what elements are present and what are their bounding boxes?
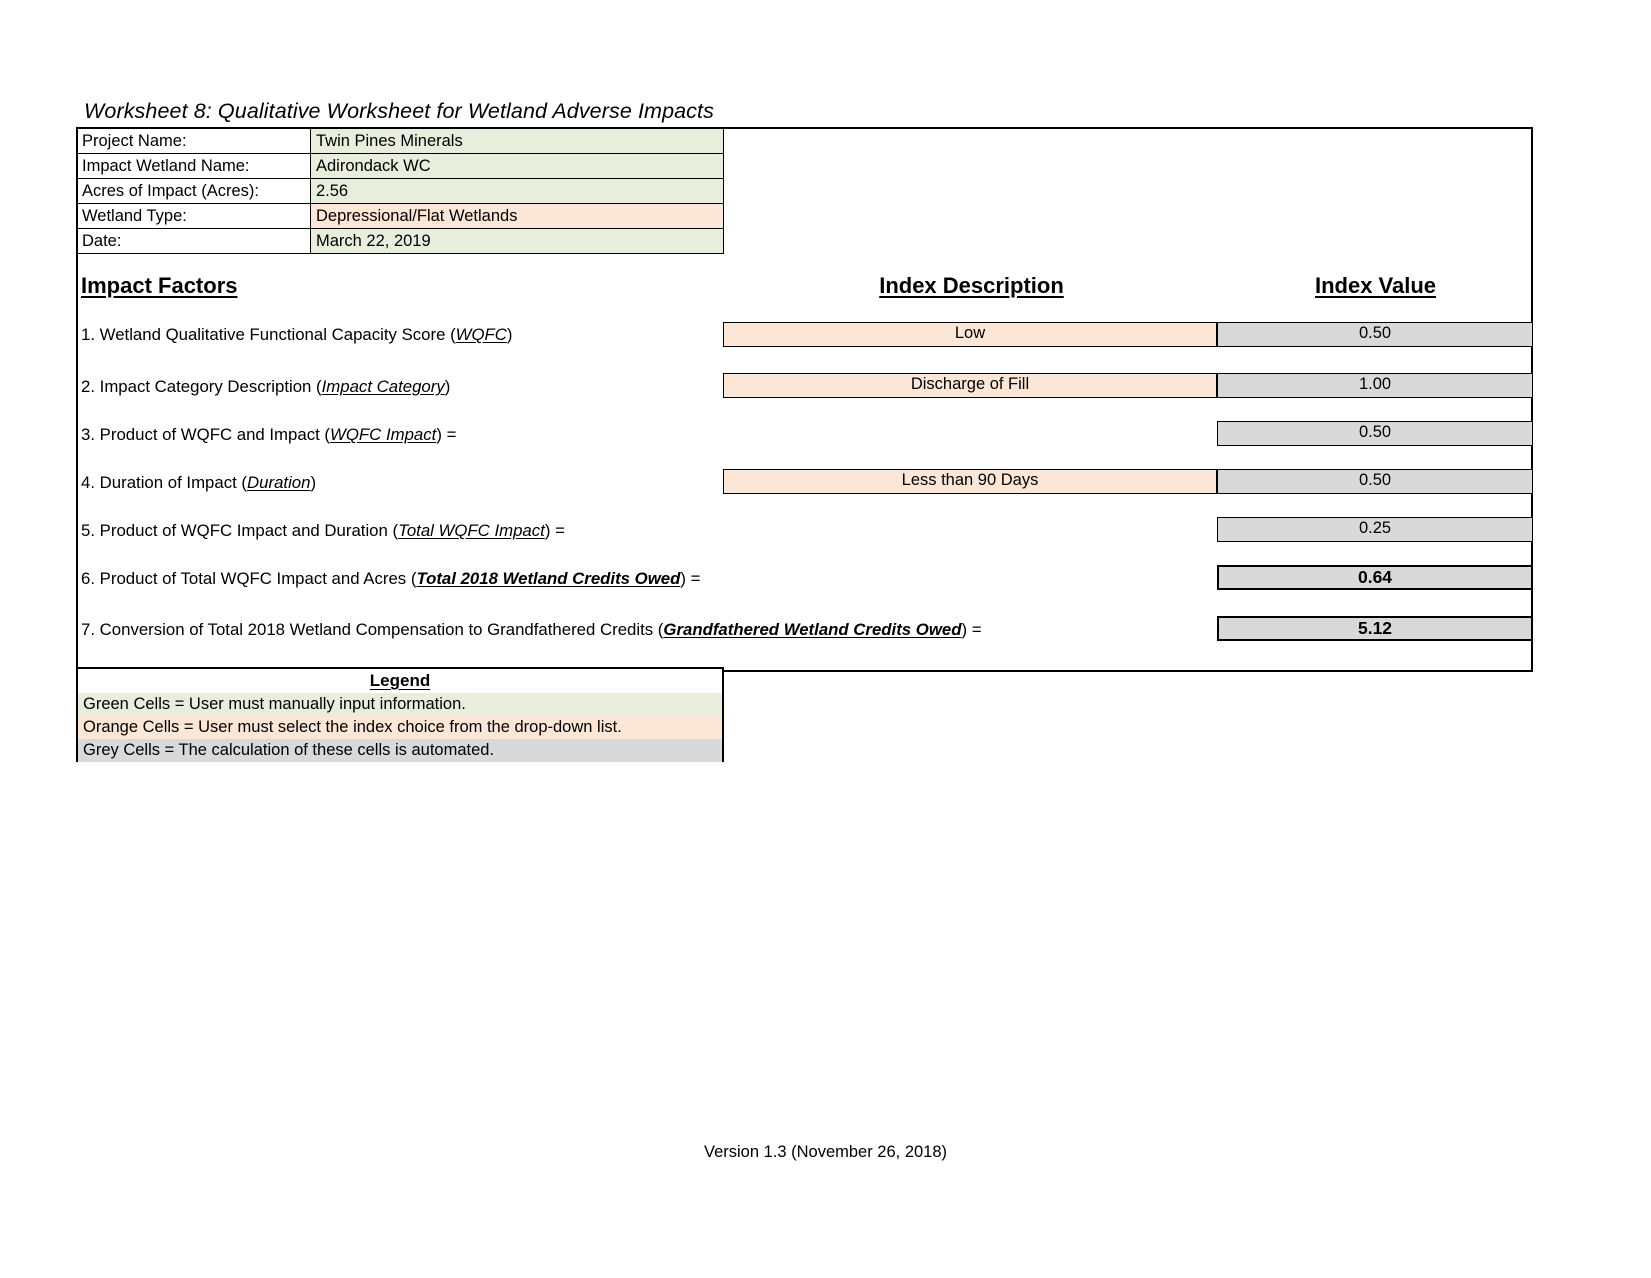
factor-label-1-after: ) [506, 325, 513, 344]
factor-label-5-after: ) = [544, 521, 565, 540]
index-value-cell-1: 0.50 [1217, 322, 1533, 347]
index-value-cell-4: 0.50 [1217, 469, 1533, 494]
factor-label-3: 3. Product of WQFC and Impact (WQFC Impa… [81, 425, 456, 445]
project-info-table: Project Name: Twin Pines Minerals Impact… [76, 128, 724, 254]
factor-label-6-after: ) = [680, 569, 701, 588]
factor-label-1-term: WQFC [455, 325, 507, 344]
info-label-impact-wetland-name: Impact Wetland Name: [76, 153, 311, 179]
footer-version-text: Version 1.3 (November 26, 2018) [703, 1143, 948, 1161]
legend-row-grey: Grey Cells = The calculation of these ce… [78, 739, 722, 762]
factor-label-1: 1. Wetland Qualitative Functional Capaci… [81, 325, 513, 345]
factor-label-2: 2. Impact Category Description (Impact C… [81, 377, 450, 397]
column-header-index-description: Index Description [879, 273, 1064, 298]
table-row: Wetland Type: Depressional/Flat Wetlands [76, 203, 724, 229]
factor-label-2-term: Impact Category [321, 377, 445, 396]
index-value-cell-6: 0.64 [1217, 565, 1533, 590]
factor-label-1-before: 1. Wetland Qualitative Functional Capaci… [81, 325, 456, 344]
factor-label-7: 7. Conversion of Total 2018 Wetland Comp… [81, 620, 982, 640]
info-value-project-name[interactable]: Twin Pines Minerals [310, 128, 724, 154]
factor-label-5-term: Total WQFC Impact [398, 521, 545, 540]
index-value-cell-3: 0.50 [1217, 421, 1533, 446]
info-label-acres-of-impact: Acres of Impact (Acres): [76, 178, 311, 204]
factor-label-4-after: ) [310, 473, 317, 492]
legend-box: Legend Green Cells = User must manually … [76, 667, 724, 762]
index-description-cell-4[interactable]: Less than 90 Days [723, 469, 1217, 494]
factor-label-7-term: Grandfathered Wetland Credits Owed [663, 620, 962, 639]
info-label-project-name: Project Name: [76, 128, 311, 154]
legend-row-orange: Orange Cells = User must select the inde… [78, 716, 722, 739]
legend-row-green: Green Cells = User must manually input i… [78, 693, 722, 716]
factor-label-6: 6. Product of Total WQFC Impact and Acre… [81, 569, 700, 589]
index-description-cell-2[interactable]: Discharge of Fill [723, 373, 1217, 398]
table-row: Acres of Impact (Acres): 2.56 [76, 178, 724, 204]
factor-label-3-after: ) = [436, 425, 457, 444]
info-value-acres-of-impact[interactable]: 2.56 [310, 178, 724, 204]
factor-label-4-term: Duration [247, 473, 311, 492]
factor-label-5-before: 5. Product of WQFC Impact and Duration ( [81, 521, 399, 540]
legend-title: Legend [78, 669, 722, 693]
factor-label-7-before: 7. Conversion of Total 2018 Wetland Comp… [81, 620, 664, 639]
info-label-wetland-type: Wetland Type: [76, 203, 311, 229]
index-value-cell-5: 0.25 [1217, 517, 1533, 542]
column-header-index-value: Index Value [1314, 273, 1437, 298]
info-value-wetland-type[interactable]: Depressional/Flat Wetlands [310, 203, 724, 229]
info-value-impact-wetland-name[interactable]: Adirondack WC [310, 153, 724, 179]
factor-label-2-after: ) [444, 377, 451, 396]
factor-label-3-term: WQFC Impact [330, 425, 437, 444]
table-row: Project Name: Twin Pines Minerals [76, 128, 724, 154]
factor-label-7-after: ) = [961, 620, 982, 639]
factor-label-4-before: 4. Duration of Impact ( [81, 473, 248, 492]
page-title: Worksheet 8: Qualitative Worksheet for W… [84, 99, 714, 123]
factor-label-2-before: 2. Impact Category Description ( [81, 377, 322, 396]
factor-label-5: 5. Product of WQFC Impact and Duration (… [81, 521, 565, 541]
factor-label-4: 4. Duration of Impact (Duration) [81, 473, 316, 493]
info-label-date: Date: [76, 228, 311, 254]
factor-label-3-before: 3. Product of WQFC and Impact ( [81, 425, 331, 444]
factor-label-6-before: 6. Product of Total WQFC Impact and Acre… [81, 569, 417, 588]
index-description-cell-1[interactable]: Low [723, 322, 1217, 347]
factor-label-6-term: Total 2018 Wetland Credits Owed [416, 569, 681, 588]
table-row: Date: March 22, 2019 [76, 228, 724, 254]
table-row: Impact Wetland Name: Adirondack WC [76, 153, 724, 179]
index-value-cell-2: 1.00 [1217, 373, 1533, 398]
column-header-impact-factors: Impact Factors [81, 273, 238, 298]
info-value-date[interactable]: March 22, 2019 [310, 228, 724, 254]
index-value-cell-7: 5.12 [1217, 616, 1533, 641]
